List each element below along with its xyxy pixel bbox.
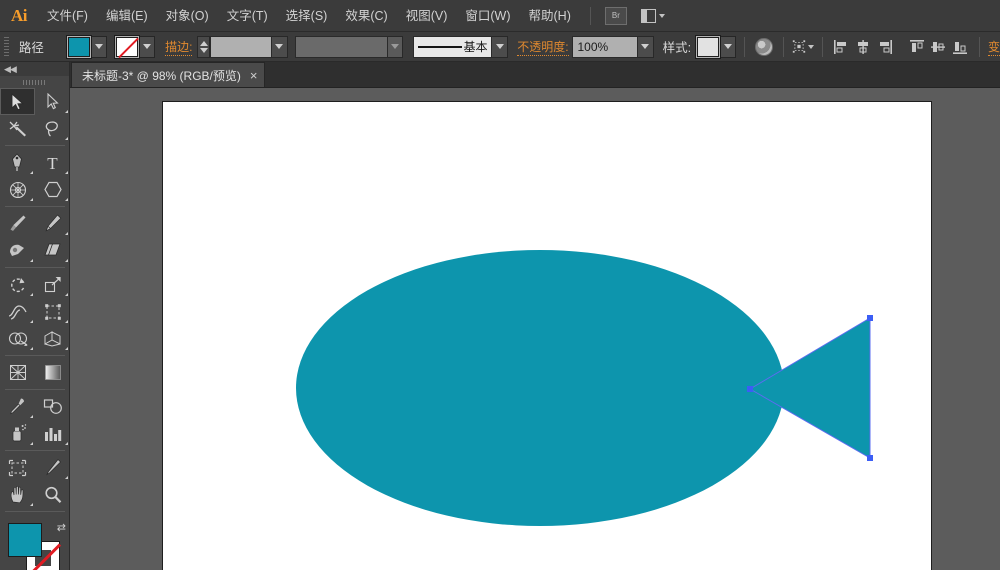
width-profile-dropdown[interactable] xyxy=(388,36,404,58)
fill-color-indicator[interactable] xyxy=(8,523,42,557)
fill-color-dropdown[interactable] xyxy=(92,36,107,58)
tools-panel: ◀◀ xyxy=(0,62,70,570)
lasso-tool[interactable] xyxy=(35,115,70,142)
document-tab-title: 未标题-3* @ 98% (RGB/预览) xyxy=(82,67,241,84)
select-similar-objects-icon[interactable] xyxy=(792,36,814,58)
perspective-grid-tool[interactable] xyxy=(35,325,70,352)
anchor-point xyxy=(867,455,873,461)
eraser-tool[interactable] xyxy=(35,237,70,264)
artboard-tool[interactable] xyxy=(0,454,35,481)
opacity-label[interactable]: 不透明度: xyxy=(517,38,568,56)
menu-window[interactable]: 窗口(W) xyxy=(456,0,519,32)
width-profile-input[interactable] xyxy=(295,36,387,58)
tools-panel-header: ◀◀ xyxy=(0,62,69,76)
app-logo-icon: Ai xyxy=(0,0,38,32)
svg-text:T: T xyxy=(47,154,58,172)
opacity-mask-icon[interactable] xyxy=(753,36,775,58)
align-vertical-center-icon[interactable] xyxy=(927,36,949,58)
anchor-point xyxy=(747,386,753,392)
scale-tool[interactable] xyxy=(35,271,70,298)
brush-definition-label: 基本 xyxy=(463,38,487,55)
slice-tool[interactable] xyxy=(35,454,70,481)
zoom-tool[interactable] xyxy=(35,481,70,508)
align-horizontal-center-icon[interactable] xyxy=(852,36,874,58)
blend-tool[interactable] xyxy=(35,393,70,420)
pen-tool[interactable] xyxy=(0,149,35,176)
blob-brush-tool[interactable] xyxy=(0,237,35,264)
menu-select[interactable]: 选择(S) xyxy=(277,0,337,32)
brush-definition-dropdown[interactable] xyxy=(492,36,508,58)
column-graph-tool[interactable] xyxy=(35,420,70,447)
stroke-weight-input[interactable] xyxy=(210,36,271,58)
pencil-tool[interactable] xyxy=(35,210,70,237)
stroke-color-dropdown[interactable] xyxy=(140,36,155,58)
anchor-point xyxy=(867,315,873,321)
tools-grid: T xyxy=(0,88,70,515)
hand-tool[interactable] xyxy=(0,481,35,508)
shape-builder-tool[interactable] xyxy=(0,325,35,352)
artboard[interactable] xyxy=(163,102,931,570)
bridge-icon[interactable]: Br xyxy=(605,7,627,25)
menu-file[interactable]: 文件(F) xyxy=(38,0,97,32)
menu-type[interactable]: 文字(T) xyxy=(218,0,277,32)
opacity-dropdown[interactable] xyxy=(638,36,654,58)
illustrator-window: Ai 文件(F) 编辑(E) 对象(O) 文字(T) 选择(S) 效果(C) 视… xyxy=(0,0,1000,570)
opacity-input[interactable]: 100% xyxy=(572,36,637,58)
direct-selection-tool[interactable] xyxy=(35,88,70,115)
magic-wand-tool[interactable] xyxy=(0,115,35,142)
tools-panel-grip[interactable] xyxy=(0,76,69,88)
align-bottom-icon[interactable] xyxy=(949,36,971,58)
rotate-tool[interactable] xyxy=(0,271,35,298)
stroke-weight-stepper[interactable] xyxy=(197,36,210,58)
document-tab[interactable]: 未标题-3* @ 98% (RGB/预览) × xyxy=(71,62,265,87)
stroke-weight-label[interactable]: 描边: xyxy=(165,38,192,56)
fill-color-swatch[interactable] xyxy=(66,35,92,59)
collapse-panel-icon[interactable]: ◀◀ xyxy=(4,64,16,75)
align-left-icon[interactable] xyxy=(831,36,853,58)
fill-stroke-controls: ⇄ xyxy=(0,519,70,570)
line-segment-tool[interactable] xyxy=(0,176,35,203)
stroke-weight-dropdown[interactable] xyxy=(272,36,288,58)
menu-object[interactable]: 对象(O) xyxy=(157,0,218,32)
arrange-documents-icon[interactable] xyxy=(641,6,667,25)
close-icon[interactable]: × xyxy=(250,69,258,82)
width-tool[interactable] xyxy=(0,298,35,325)
free-transform-tool[interactable] xyxy=(35,298,70,325)
selection-tool[interactable] xyxy=(0,88,35,115)
menu-divider xyxy=(590,7,591,25)
mesh-tool[interactable] xyxy=(0,359,35,386)
symbol-sprayer-tool[interactable] xyxy=(0,420,35,447)
graphic-style-dropdown[interactable] xyxy=(721,36,736,58)
menu-edit[interactable]: 编辑(E) xyxy=(97,0,157,32)
artwork-svg xyxy=(163,102,931,570)
menu-effect[interactable]: 效果(C) xyxy=(336,0,396,32)
rectangle-tool[interactable] xyxy=(35,176,70,203)
control-bar: 路径 描边: 基本 不透明度: 100% xyxy=(0,32,1000,62)
ellipse-body-shape xyxy=(296,250,784,526)
gradient-tool[interactable] xyxy=(35,359,70,386)
graphic-style-swatch[interactable] xyxy=(695,35,721,59)
eyedropper-tool[interactable] xyxy=(0,393,35,420)
swap-fill-stroke-icon[interactable]: ⇄ xyxy=(57,521,66,534)
brush-definition-input[interactable]: 基本 xyxy=(413,36,492,58)
type-tool[interactable]: T xyxy=(35,149,70,176)
menu-view[interactable]: 视图(V) xyxy=(397,0,457,32)
align-top-icon[interactable] xyxy=(906,36,928,58)
paintbrush-tool[interactable] xyxy=(0,210,35,237)
brush-stroke-preview-icon xyxy=(418,46,462,48)
align-right-icon[interactable] xyxy=(874,36,896,58)
selection-type-label: 路径 xyxy=(19,37,44,56)
transform-panel-label[interactable]: 变 xyxy=(988,38,1000,56)
document-tab-bar: 未标题-3* @ 98% (RGB/预览) × xyxy=(0,62,1000,88)
canvas-area[interactable] xyxy=(70,88,1000,570)
style-label: 样式: xyxy=(663,37,691,56)
control-bar-grip[interactable] xyxy=(2,32,12,62)
stroke-color-swatch[interactable] xyxy=(114,35,140,59)
menu-help[interactable]: 帮助(H) xyxy=(520,0,580,32)
menu-bar: Ai 文件(F) 编辑(E) 对象(O) 文字(T) 选择(S) 效果(C) 视… xyxy=(0,0,1000,32)
